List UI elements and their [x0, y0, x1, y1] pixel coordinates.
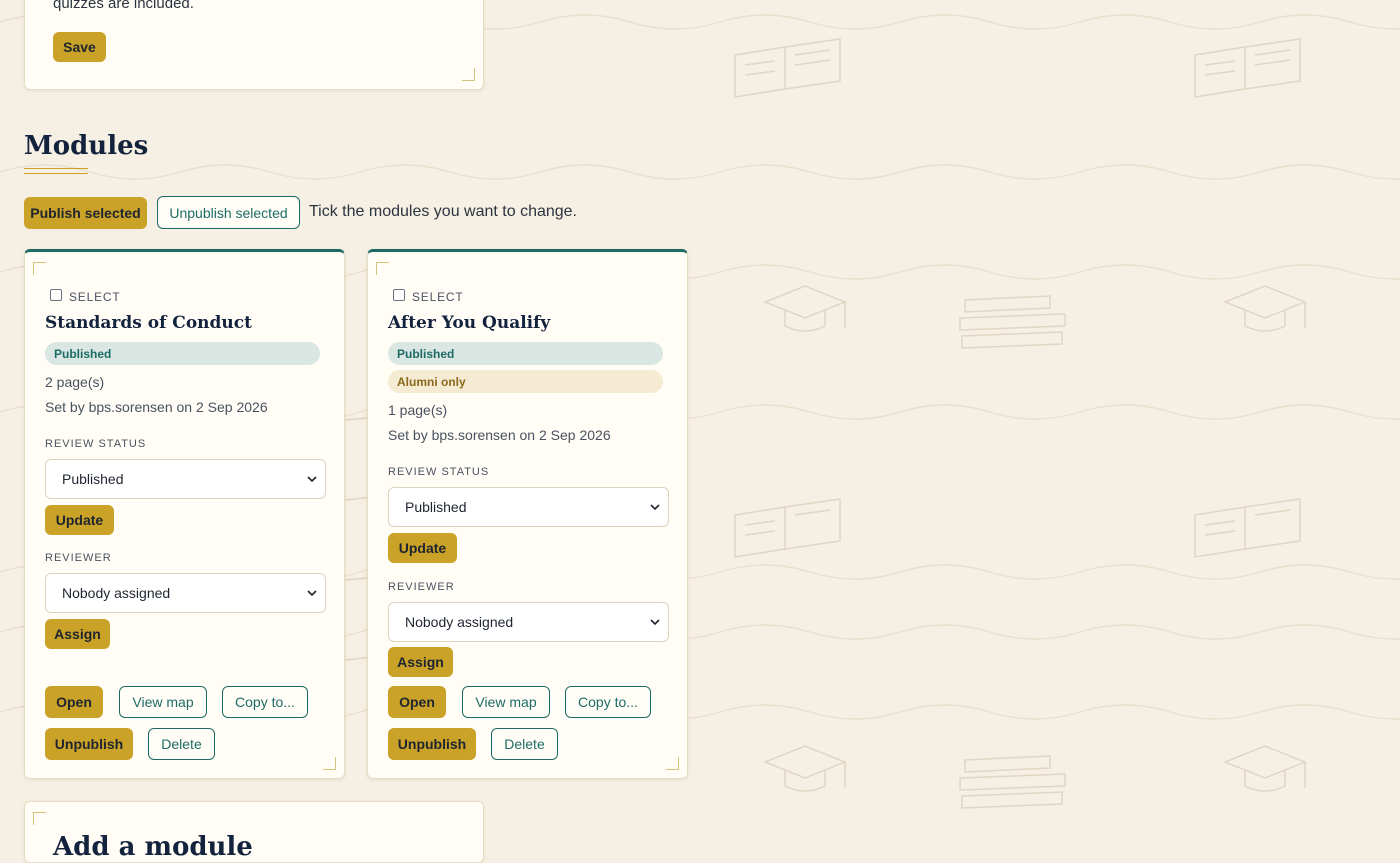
chevron-down-icon	[650, 504, 660, 511]
status-badge: Published	[388, 342, 663, 365]
module-title: Standards of Conduct	[45, 313, 252, 333]
select-label: SELECT	[69, 290, 121, 304]
corner-ornament	[666, 757, 679, 770]
chevron-down-icon	[307, 590, 317, 597]
status-badge: Published	[45, 342, 320, 365]
select-checkbox[interactable]	[393, 289, 405, 301]
page-count: 2 page(s)	[45, 374, 105, 390]
review-status-select[interactable]: Published	[45, 459, 326, 499]
unpublish-button[interactable]: Unpublish	[388, 728, 476, 760]
reviewer-select[interactable]: Nobody assigned	[45, 573, 326, 613]
review-status-select[interactable]: Published	[388, 487, 669, 527]
add-module-heading: Add a module	[53, 832, 253, 862]
chevron-down-icon	[307, 476, 317, 483]
corner-ornament	[462, 68, 475, 81]
update-button[interactable]: Update	[45, 505, 114, 535]
corner-ornament	[376, 262, 389, 275]
corner-ornament	[33, 262, 46, 275]
settings-panel: quizzes are included. Save	[24, 0, 484, 90]
assign-button[interactable]: Assign	[388, 647, 453, 677]
open-button[interactable]: Open	[388, 686, 446, 718]
heading-underline	[24, 168, 88, 174]
module-title: After You Qualify	[388, 313, 551, 333]
save-button[interactable]: Save	[53, 32, 106, 62]
page-title: Modules	[24, 131, 149, 161]
select-checkbox[interactable]	[50, 289, 62, 301]
delete-button[interactable]: Delete	[148, 728, 215, 760]
reviewer-value: Nobody assigned	[405, 614, 514, 630]
reviewer-value: Nobody assigned	[62, 585, 171, 601]
review-status-label: REVIEW STATUS	[45, 438, 147, 450]
set-by-info: Set by bps.sorensen on 2 Sep 2026	[45, 399, 268, 415]
set-by-info: Set by bps.sorensen on 2 Sep 2026	[388, 427, 611, 443]
corner-ornament	[33, 812, 46, 825]
reviewer-select[interactable]: Nobody assigned	[388, 602, 669, 642]
module-card: SELECT Standards of Conduct Published 2 …	[24, 249, 345, 779]
page-count: 1 page(s)	[388, 402, 448, 418]
corner-ornament	[323, 757, 336, 770]
view-map-button[interactable]: View map	[462, 686, 550, 718]
chevron-down-icon	[650, 619, 660, 626]
review-status-value: Published	[405, 499, 467, 515]
review-status-value: Published	[62, 471, 124, 487]
copy-to-button[interactable]: Copy to...	[565, 686, 651, 718]
review-status-label: REVIEW STATUS	[388, 466, 490, 478]
reviewer-label: REVIEWER	[388, 581, 455, 593]
bulk-hint: Tick the modules you want to change.	[309, 203, 577, 220]
select-label: SELECT	[412, 290, 464, 304]
audience-badge: Alumni only	[388, 370, 663, 393]
reviewer-label: REVIEWER	[45, 552, 112, 564]
assign-button[interactable]: Assign	[45, 619, 110, 649]
delete-button[interactable]: Delete	[491, 728, 558, 760]
add-module-panel: Add a module	[24, 801, 484, 863]
module-card: SELECT After You Qualify Published Alumn…	[367, 249, 688, 779]
publish-selected-button[interactable]: Publish selected	[24, 197, 147, 229]
unpublish-button[interactable]: Unpublish	[45, 728, 133, 760]
settings-description: quizzes are included.	[53, 0, 194, 12]
copy-to-button[interactable]: Copy to...	[222, 686, 308, 718]
view-map-button[interactable]: View map	[119, 686, 207, 718]
open-button[interactable]: Open	[45, 686, 103, 718]
update-button[interactable]: Update	[388, 533, 457, 563]
unpublish-selected-button[interactable]: Unpublish selected	[157, 196, 300, 229]
